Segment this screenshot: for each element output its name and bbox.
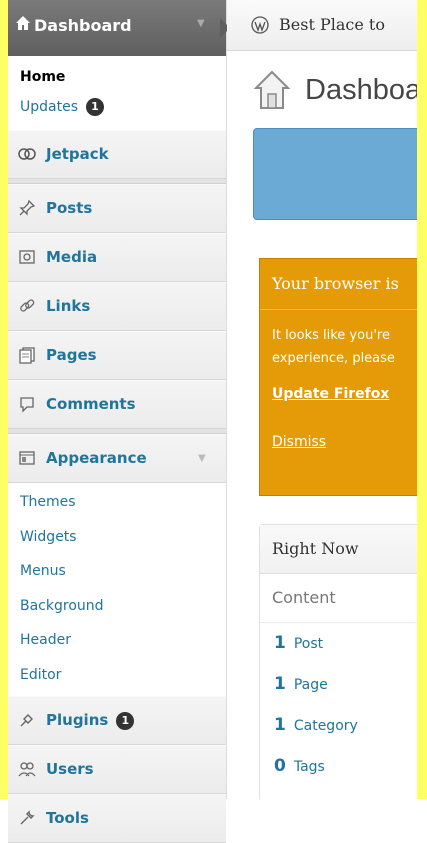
dashboard-submenu: Home Updates 1 [8,56,226,130]
menu-item-media[interactable]: Media [8,233,226,282]
menu-label-dashboard: Dashboard [34,16,132,35]
welcome-panel [253,128,417,220]
menu-label-comments: Comments [46,395,136,413]
submenu-item-themes[interactable]: Themes [8,485,226,520]
menu-item-posts[interactable]: Posts [8,184,226,233]
menu-label-media: Media [46,248,98,266]
left-highlight-edge [0,0,8,799]
collapse-arrow-icon[interactable]: ▼ [197,18,205,29]
menu-label-posts: Posts [46,199,93,217]
menu-item-jetpack[interactable]: Jetpack [8,130,226,179]
stat-row-categories[interactable]: 1 Category [260,705,417,746]
page-title: Dashboard [305,74,417,106]
plugins-count-badge: 1 [116,711,135,730]
appearance-submenu: Themes Widgets Menus Background Header E… [8,483,226,696]
menu-item-users[interactable]: Users [8,745,226,794]
stat-label: Category [293,718,358,734]
submenu-item-updates[interactable]: Updates 1 [8,92,226,122]
menu-item-plugins[interactable]: Plugins 1 [8,696,226,745]
menu-label-jetpack: Jetpack [46,145,109,163]
stat-row-posts[interactable]: 1 Post [260,623,417,664]
menu-item-appearance[interactable]: Appearance ▼ [8,434,226,483]
stat-label: Tags [293,759,325,775]
menu-label-users: Users [46,760,94,778]
menu-label-appearance: Appearance [46,449,147,467]
stat-count: 1 [274,633,286,653]
pushpin-icon [19,199,36,216]
dismiss-link[interactable]: Dismiss [260,402,417,450]
browser-update-notice: Your browser is It looks like you're exp… [259,258,417,496]
submenu-item-widgets[interactable]: Widgets [8,520,226,555]
stat-label: Page [293,677,328,693]
updates-count-badge: 1 [86,98,104,116]
site-title-link[interactable]: Best Place to [279,15,385,34]
right-highlight-edge [417,0,427,799]
update-firefox-link[interactable]: Update Firefox [260,370,417,402]
submenu-item-editor[interactable]: Editor [8,658,226,693]
menu-label-links: Links [46,297,91,315]
widget-subtitle: Content [260,574,417,623]
menu-label-tools: Tools [46,809,89,827]
stat-row-pages[interactable]: 1 Page [260,664,417,705]
notice-body: It looks like you're experience, please [260,310,417,370]
tools-icon [20,810,35,825]
dashboard-home-icon [253,70,291,109]
right-now-widget: Right Now Content 1 Post 1 Page 1 Category … [259,524,417,799]
stat-count: 1 [274,715,286,735]
link-icon [20,299,35,312]
submenu-item-header[interactable]: Header [8,623,226,658]
jetpack-icon [18,148,36,160]
users-icon [18,762,36,777]
appearance-icon [19,451,35,465]
pages-icon [19,347,35,364]
admin-sidebar: Dashboard ▼ Home Updates 1 Jetpack Posts … [8,0,230,843]
menu-label-pages: Pages [46,346,97,364]
notice-line-1: It looks like you're [272,328,390,343]
plug-icon [20,714,33,727]
stat-label: Post [293,636,324,652]
admin-header: Best Place to [227,0,417,51]
menu-item-links[interactable]: Links [8,282,226,331]
notice-line-2: experience, please [272,351,395,366]
page-heading: Dashboard [253,64,417,116]
submenu-label-updates: Updates [20,99,78,115]
menu-item-comments[interactable]: Comments [8,380,226,429]
media-icon [19,250,35,264]
menu-item-pages[interactable]: Pages [8,331,226,380]
stat-count: 0 [274,756,286,776]
home-icon [16,16,30,30]
submenu-item-home[interactable]: Home [8,62,226,92]
menu-item-dashboard[interactable]: Dashboard ▼ [8,0,226,56]
wordpress-logo-icon[interactable] [251,16,269,34]
menu-label-plugins: Plugins 1 [46,711,135,730]
comment-icon [20,397,34,413]
menu-item-tools[interactable]: Tools [8,794,226,843]
stat-count: 1 [274,674,286,694]
widget-title[interactable]: Right Now [260,525,417,574]
submenu-item-menus[interactable]: Menus [8,554,226,589]
collapse-arrow-icon[interactable]: ▼ [198,453,206,464]
stat-row-tags[interactable]: 0 Tags [260,746,417,787]
submenu-item-background[interactable]: Background [8,589,226,624]
notice-header: Your browser is [260,259,417,310]
main-content: Best Place to Dashboard Your browser is … [227,0,417,799]
